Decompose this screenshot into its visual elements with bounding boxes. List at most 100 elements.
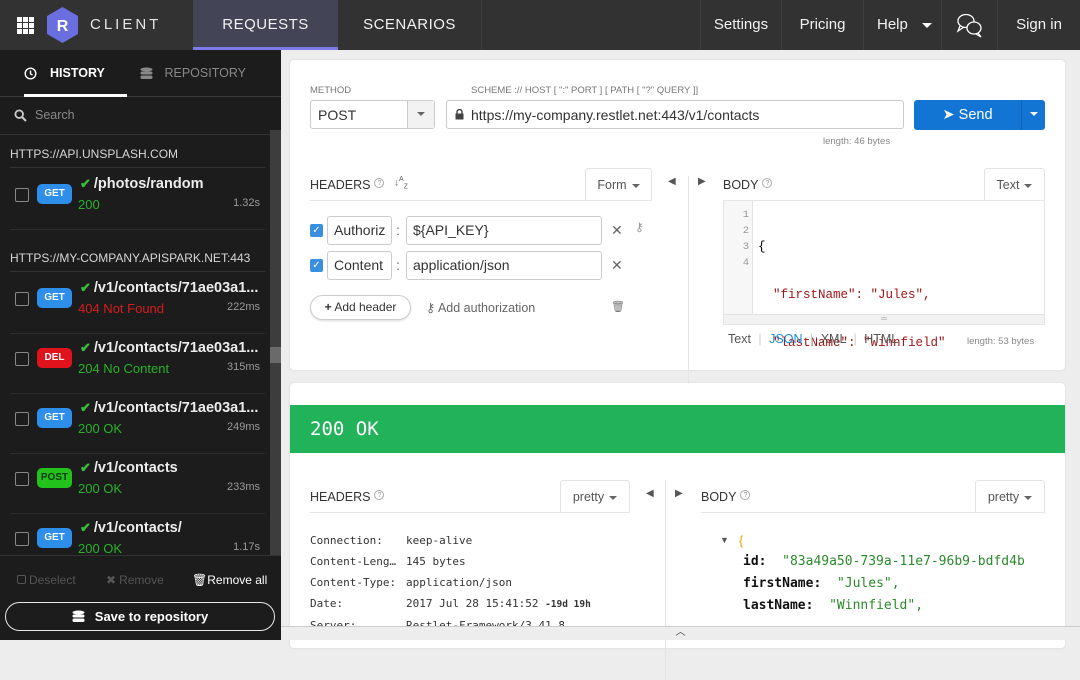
add-header-button[interactable]: + Add header bbox=[310, 295, 411, 320]
tab-history[interactable]: HISTORY bbox=[24, 50, 127, 97]
trash-icon[interactable]: 🗑 bbox=[611, 300, 625, 313]
header-value: 145 bytes bbox=[406, 555, 466, 568]
help-icon[interactable]: ? bbox=[762, 178, 773, 188]
response-body-mode-dropdown[interactable]: pretty bbox=[975, 480, 1045, 512]
response-body-json: id: "83a49a50-739a-11e7-96b9-bdfd4b firs… bbox=[743, 551, 1045, 617]
deselect-label: Deselect bbox=[29, 573, 76, 587]
collapse-left-icon[interactable]: ◀ bbox=[646, 488, 654, 499]
history-item[interactable]: DEL ✔/v1/contacts/71ae03a1... 204 No Con… bbox=[0, 335, 270, 395]
collapse-right-icon[interactable]: ▶ bbox=[698, 176, 706, 187]
search-input[interactable]: Search bbox=[0, 97, 281, 135]
item-time: 1.17s bbox=[233, 541, 260, 553]
sign-in-link[interactable]: Sign in bbox=[997, 0, 1080, 50]
item-time: 222ms bbox=[226, 301, 260, 313]
item-checkbox[interactable] bbox=[15, 352, 29, 366]
format-text[interactable]: Text bbox=[728, 332, 751, 346]
history-item[interactable]: GET ✔/photos/random 200 1.32s bbox=[0, 171, 270, 231]
tab-repository[interactable]: REPOSITORY bbox=[140, 50, 246, 97]
item-checkbox[interactable] bbox=[15, 412, 29, 426]
save-to-repository-button[interactable]: Save to repository bbox=[5, 602, 275, 631]
chat-button[interactable] bbox=[941, 0, 997, 50]
chevron-up-icon: ︿ bbox=[675, 627, 686, 638]
sidebar-footer: Deselect ✖ Remove 🗑Remove all Save to rep… bbox=[0, 555, 281, 640]
header-value: application/json bbox=[406, 576, 512, 589]
body-label: BODY bbox=[723, 178, 759, 192]
tab-scenarios[interactable]: SCENARIOS bbox=[338, 0, 482, 50]
item-checkbox[interactable] bbox=[15, 532, 29, 546]
header-value-input[interactable]: ${API_KEY} bbox=[406, 216, 602, 245]
sidebar-scrollbar-thumb[interactable] bbox=[270, 347, 281, 363]
url-input[interactable]: https://my-company.restlet.net:443/v1/co… bbox=[446, 100, 904, 129]
check-icon: ✔ bbox=[80, 520, 91, 535]
database-icon bbox=[72, 610, 85, 623]
response-headers-mode-dropdown[interactable]: pretty bbox=[560, 480, 630, 512]
history-item[interactable]: GET ✔/v1/contacts/ 200 OK 1.17s bbox=[0, 515, 270, 555]
send-button[interactable]: ➤ Send bbox=[914, 100, 1021, 130]
history-item[interactable]: GET ✔/v1/contacts/71ae03a1... 200 OK 249… bbox=[0, 395, 270, 455]
tab-requests[interactable]: REQUESTS bbox=[193, 0, 338, 50]
remove-button[interactable]: ✖ Remove bbox=[106, 573, 164, 587]
history-item[interactable]: GET ✔/v1/contacts/71ae03a1... 404 Not Fo… bbox=[0, 275, 270, 335]
remove-header-icon[interactable]: ✕ bbox=[611, 222, 623, 239]
header-checkbox[interactable]: ✓ bbox=[310, 259, 323, 272]
item-checkbox[interactable] bbox=[15, 188, 29, 202]
help-icon[interactable]: ? bbox=[374, 490, 385, 500]
database-icon bbox=[140, 67, 153, 80]
sort-az-icon[interactable]: ↓AZ bbox=[394, 176, 408, 190]
add-authorization-button[interactable]: ⚷ Add authorization bbox=[426, 300, 535, 315]
chevron-down-icon bbox=[631, 183, 640, 188]
item-time: 1.32s bbox=[233, 197, 260, 209]
deselect-button[interactable]: Deselect bbox=[17, 573, 76, 587]
date-relative: -19d 19h bbox=[545, 599, 591, 610]
history-sidebar: HISTORY REPOSITORY Search HTTPS://API.UN… bbox=[0, 50, 281, 640]
help-menu[interactable]: Help bbox=[863, 0, 941, 50]
expand-panel-button[interactable]: ︿ bbox=[281, 626, 1080, 640]
response-header-row: Connection: keep-alive bbox=[310, 530, 591, 551]
format-xml[interactable]: XML bbox=[821, 332, 846, 346]
help-icon[interactable]: ? bbox=[374, 178, 385, 188]
header-checkbox[interactable]: ✓ bbox=[310, 224, 323, 237]
format-html[interactable]: HTML bbox=[864, 332, 898, 346]
pricing-link[interactable]: Pricing bbox=[781, 0, 863, 50]
body-editor[interactable]: 1234 { "firstName": "Jules", "lastName":… bbox=[723, 200, 1045, 398]
checkbox-icon bbox=[17, 575, 26, 584]
body-mode-dropdown[interactable]: Text bbox=[984, 168, 1045, 200]
check-icon: ✔ bbox=[80, 280, 91, 295]
json-key: firstName: bbox=[743, 576, 822, 591]
response-header-row: Content-Type: application/json bbox=[310, 572, 591, 593]
history-item[interactable]: POST ✔/v1/contacts 200 OK 233ms bbox=[0, 455, 270, 515]
item-status: 204 No Content bbox=[78, 361, 170, 376]
lock-icon bbox=[455, 109, 464, 120]
remove-all-button[interactable]: 🗑Remove all bbox=[192, 573, 267, 587]
response-headers-title: HEADERS? bbox=[310, 490, 385, 504]
item-path: /v1/contacts/71ae03a1... bbox=[93, 340, 259, 356]
method-badge: GET bbox=[37, 184, 72, 204]
header-name-input[interactable]: Authoriz bbox=[327, 216, 392, 245]
item-checkbox[interactable] bbox=[15, 472, 29, 486]
header-name: Date: bbox=[310, 597, 344, 610]
collapse-left-icon[interactable]: ◀ bbox=[668, 176, 676, 187]
collapse-right-icon[interactable]: ▶ bbox=[675, 488, 683, 499]
key-icon[interactable]: ⚷ bbox=[635, 220, 644, 234]
key-icon: ⚷ bbox=[426, 301, 436, 315]
method-select[interactable]: POST bbox=[310, 100, 435, 129]
chevron-down-icon bbox=[1029, 111, 1038, 116]
collapse-toggle-icon[interactable]: ▼ bbox=[720, 535, 729, 545]
resize-handle[interactable]: ═ bbox=[724, 314, 1044, 324]
method-badge: GET bbox=[37, 288, 72, 308]
plus-icon: + bbox=[324, 300, 332, 314]
item-checkbox[interactable] bbox=[15, 292, 29, 306]
help-icon[interactable]: ? bbox=[740, 490, 751, 500]
remove-header-icon[interactable]: ✕ bbox=[611, 257, 623, 274]
settings-link[interactable]: Settings bbox=[700, 0, 781, 50]
sidebar-scrollbar[interactable] bbox=[270, 130, 281, 555]
header-value-input[interactable]: application/json bbox=[406, 251, 602, 280]
item-status: 200 OK bbox=[78, 421, 123, 436]
send-options-button[interactable] bbox=[1021, 100, 1045, 130]
check-icon: ✔ bbox=[80, 176, 91, 191]
header-name-input[interactable]: Content bbox=[327, 251, 392, 280]
search-placeholder: Search bbox=[35, 108, 75, 122]
format-json[interactable]: JSON bbox=[769, 332, 802, 346]
headers-mode-dropdown[interactable]: Form bbox=[585, 168, 652, 200]
apps-grid-icon[interactable] bbox=[17, 17, 34, 34]
